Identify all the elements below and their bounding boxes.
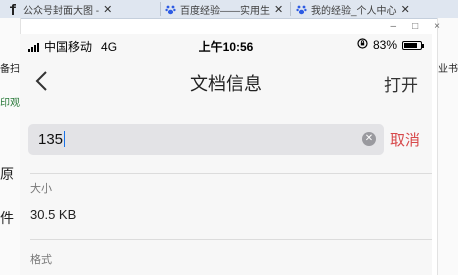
background-text: 印观 [0, 98, 20, 109]
window-controls: – □ × [391, 18, 440, 34]
status-bar: 中国移动 4G 上午10:56 83% [20, 34, 432, 56]
browser-tab[interactable]: 公众号封面大图 - ✕ [8, 1, 156, 17]
browser-tab[interactable]: 百度经验——实用生 ✕ [165, 1, 285, 17]
battery-icon [402, 40, 424, 50]
browser-tab[interactable]: 我的经验_个人中心 ✕ [296, 1, 436, 17]
format-label: 格式 [30, 254, 52, 266]
close-window-button[interactable]: × [434, 21, 440, 32]
background-text: 备扫 [0, 64, 20, 75]
minimize-button[interactable]: – [391, 21, 397, 32]
background-text: 件 [0, 210, 14, 226]
background-page-right: 业书 [437, 18, 458, 275]
search-input-value[interactable]: 135 [38, 131, 63, 148]
open-button[interactable]: 打开 [384, 71, 418, 96]
search-field[interactable]: 135 ✕ [28, 124, 384, 155]
divider [30, 239, 432, 240]
close-tab-icon[interactable]: ✕ [103, 3, 112, 16]
background-text: 业书 [438, 64, 458, 75]
background-page-left: 备扫 印观 原 件 [0, 18, 21, 275]
size-value: 30.5 KB [30, 207, 77, 222]
text-caret [64, 131, 66, 147]
page-title: 文档信息 [190, 74, 262, 94]
f-logo-icon [8, 3, 19, 15]
baidu-paw-icon [296, 4, 307, 15]
navigation-bar: 文档信息 打开 [20, 56, 432, 108]
phone-screen: 中国移动 4G 上午10:56 83% 文档信息 打开 135 ✕ 取消 大小 … [20, 34, 432, 275]
clear-search-icon[interactable]: ✕ [362, 132, 376, 146]
close-tab-icon[interactable]: ✕ [274, 3, 283, 16]
baidu-paw-icon [165, 4, 176, 15]
maximize-button[interactable]: □ [412, 21, 418, 32]
browser-tab-title: 公众号封面大图 - [23, 5, 100, 17]
browser-tab-title: 百度经验——实用生 [180, 5, 270, 17]
orientation-lock-icon [357, 38, 368, 52]
battery-percent: 83% [372, 38, 397, 52]
browser-tab-title: 我的经验_个人中心 [311, 5, 397, 17]
divider [30, 173, 432, 174]
cancel-button[interactable]: 取消 [390, 129, 420, 150]
size-label: 大小 [30, 183, 52, 195]
background-text: 原 [0, 166, 14, 182]
browser-tab-bar: 公众号封面大图 - ✕ 百度经验——实用生 ✕ 我的经验_个人中心 ✕ [0, 0, 458, 19]
close-tab-icon[interactable]: ✕ [401, 3, 410, 16]
